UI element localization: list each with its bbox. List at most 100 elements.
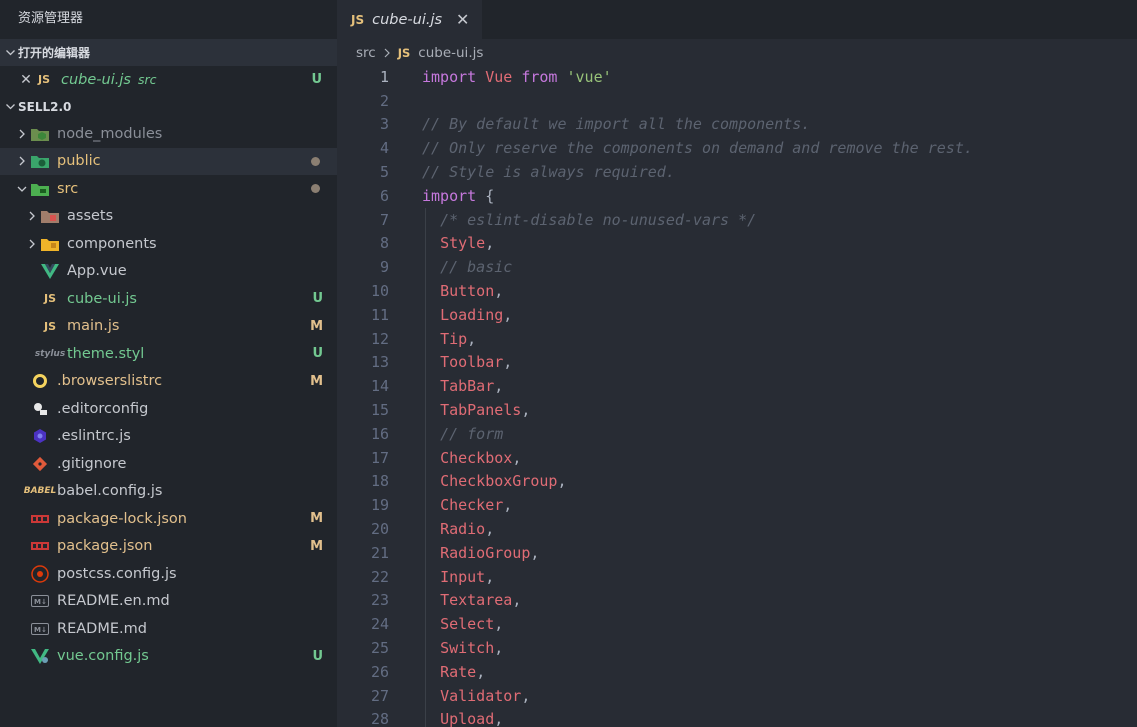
file-item[interactable]: BABEL babel.config.js [0, 478, 337, 506]
git-icon [30, 455, 50, 473]
close-icon[interactable]: ✕ [456, 10, 469, 29]
tree-item-label: package-lock.json [57, 510, 187, 527]
code-line: 16 // form [337, 421, 1137, 446]
file-item[interactable]: M↓ README.md [0, 615, 337, 643]
code-line: 11 Loading, [337, 302, 1137, 327]
js-icon: JS [351, 12, 365, 27]
folder-item[interactable]: components [0, 230, 337, 258]
breadcrumb-folder[interactable]: src [356, 45, 376, 61]
code-token: , [494, 282, 504, 301]
code-text: Select, [422, 615, 503, 633]
svg-text:M↓: M↓ [34, 626, 47, 634]
open-editor-item[interactable]: ✕ JS cube-ui.js src U [0, 66, 337, 93]
js-icon: JS [37, 73, 50, 86]
code-line: 26 Rate, [337, 659, 1137, 684]
line-number: 3 [379, 115, 389, 134]
folder-item[interactable]: assets [0, 203, 337, 231]
file-item[interactable]: vue.config.js U [0, 643, 337, 671]
tab-cube-ui[interactable]: JS cube-ui.js ✕ [337, 0, 483, 39]
open-editors-header[interactable]: 打开的编辑器 [0, 39, 337, 66]
file-item[interactable]: JS main.js M [0, 313, 337, 341]
code-line: 8 Style, [337, 231, 1137, 256]
code-token: from [521, 67, 558, 86]
open-editor-folder: src [137, 72, 157, 87]
line-number: 26 [370, 662, 389, 681]
line-number: 1 [379, 67, 389, 86]
file-item[interactable]: M↓ README.en.md [0, 588, 337, 616]
code-token: Switch [440, 639, 495, 658]
code-token: Checkbox [440, 448, 513, 467]
code-text: Toolbar, [422, 353, 512, 371]
line-number: 2 [379, 91, 389, 110]
folder-item[interactable]: public [0, 147, 337, 175]
code-token: , [467, 329, 477, 348]
tree-item-label: .eslintrc.js [57, 428, 131, 445]
code-text: CheckboxGroup, [422, 472, 567, 491]
project-header[interactable]: SELL2.0 [0, 93, 337, 120]
line-number: 24 [370, 615, 389, 634]
code-line: 20 Radio, [337, 517, 1137, 541]
npm-icon [30, 537, 50, 555]
code-text: RadioGroup, [422, 544, 539, 562]
file-item[interactable]: App.vue [0, 258, 337, 286]
file-item[interactable]: postcss.config.js [0, 560, 337, 588]
js-icon: JS [43, 319, 56, 333]
code-token: // form [440, 424, 504, 443]
code-text: // basic [422, 258, 512, 276]
code-token: import [422, 67, 477, 86]
code-token: , [485, 567, 495, 586]
code-token: Validator [440, 686, 522, 705]
modified-dot [311, 156, 320, 166]
code-line: 10 Button, [337, 279, 1137, 303]
git-status-badge: U [312, 648, 323, 664]
code-text: Style, [422, 234, 494, 252]
file-item[interactable]: .gitignore [0, 450, 337, 478]
markdown-icon: M↓ [30, 592, 50, 610]
tree-item-label: .gitignore [57, 455, 127, 472]
code-text: Checker, [422, 496, 512, 514]
open-editors-label: 打开的编辑器 [18, 46, 91, 60]
tree-item-label: .editorconfig [57, 400, 149, 417]
file-item[interactable]: JS cube-ui.js U [0, 285, 337, 313]
git-status-badge: M [310, 538, 323, 554]
file-item[interactable]: .browserslistrc M [0, 368, 337, 396]
public-folder-icon [30, 152, 50, 170]
code-token: , [512, 448, 522, 467]
file-item[interactable]: .editorconfig [0, 395, 337, 423]
file-item[interactable]: package-lock.json M [0, 505, 337, 533]
js-icon: JS [397, 45, 411, 60]
svg-text:M↓: M↓ [34, 598, 47, 606]
file-item[interactable]: .eslintrc.js [0, 423, 337, 451]
code-token: , [503, 305, 513, 324]
folder-item[interactable]: src [0, 175, 337, 203]
folder-item[interactable]: node_modules [0, 120, 337, 148]
file-item[interactable]: package.json M [0, 533, 337, 561]
code-token: Radio [440, 520, 486, 539]
line-number: 25 [370, 639, 389, 658]
code-text: Rate, [422, 663, 485, 681]
chevron-right-icon [24, 210, 40, 222]
breadcrumb-file[interactable]: cube-ui.js [418, 45, 483, 61]
code-token: Textarea [440, 591, 513, 610]
code-token: /* eslint-disable no-unused-vars */ [440, 210, 757, 229]
file-item[interactable]: stylus theme.styl U [0, 340, 337, 368]
code-line: 9 // basic [337, 255, 1137, 280]
code-line: 3 // By default we import all the compone… [337, 113, 1137, 137]
git-status-badge: M [310, 318, 323, 334]
code-token: , [557, 472, 567, 491]
code-editor[interactable]: 1 import Vue from 'vue' 2 3// By default we… [337, 65, 1137, 727]
close-icon[interactable]: ✕ [16, 72, 36, 88]
